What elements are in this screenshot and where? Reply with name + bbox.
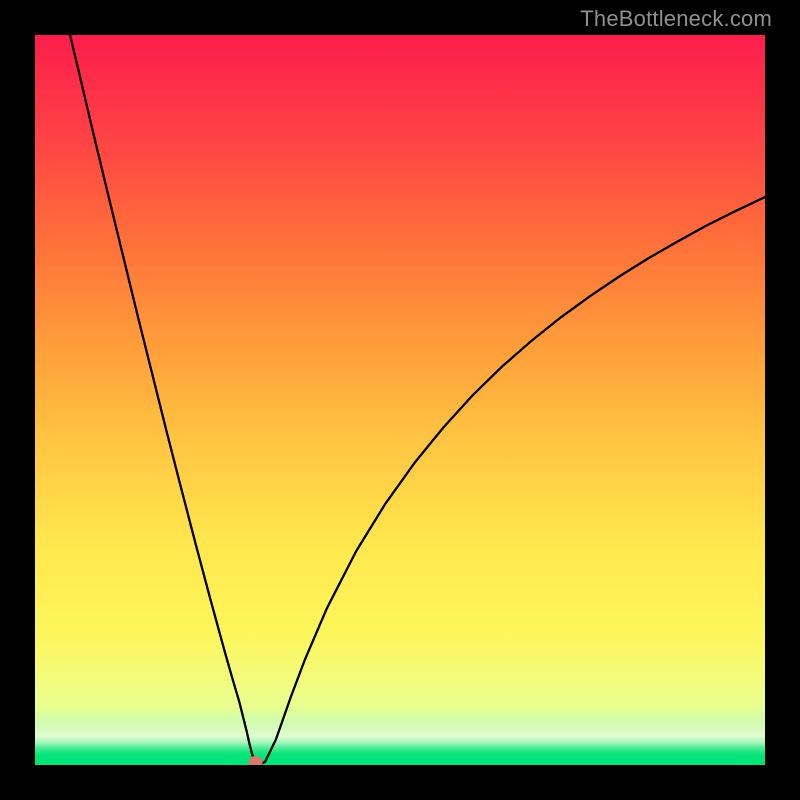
watermark-text: TheBottleneck.com [580,6,772,32]
plot-area [35,35,765,765]
minimum-marker [248,756,262,765]
chart-frame [35,35,765,765]
curve-svg [35,35,765,765]
bottleneck-curve [70,35,765,764]
